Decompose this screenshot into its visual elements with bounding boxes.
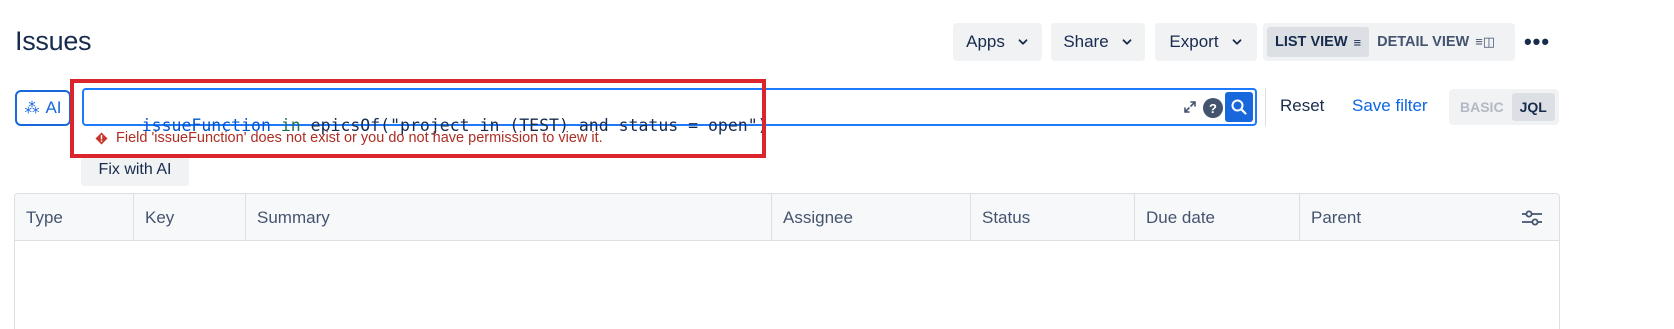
jql-mode-button[interactable]: JQL bbox=[1511, 93, 1555, 121]
table-header: Type Key Summary Assignee Status Due dat… bbox=[15, 194, 1559, 241]
jql-input[interactable]: issueFunction in epicsOf("project in (TE… bbox=[82, 88, 1257, 135]
jql-error-message: Field 'issueFunction' does not exist or … bbox=[95, 130, 603, 146]
error-text: Field 'issueFunction' does not exist or … bbox=[116, 130, 603, 146]
ai-search-button[interactable]: ⁂ AI bbox=[15, 90, 71, 126]
view-toggle: LIST VIEW ≡ DETAIL VIEW ≡◫ bbox=[1263, 23, 1515, 61]
chevron-down-icon bbox=[1017, 36, 1029, 48]
error-icon bbox=[95, 132, 108, 145]
more-icon: ••• bbox=[1523, 29, 1551, 54]
apps-button-label: Apps bbox=[966, 32, 1005, 51]
share-button[interactable]: Share bbox=[1051, 23, 1145, 61]
detail-view-label: DETAIL VIEW bbox=[1377, 34, 1470, 50]
apps-button[interactable]: Apps bbox=[953, 23, 1042, 61]
fix-with-ai-button[interactable]: Fix with AI bbox=[81, 154, 189, 186]
export-button-label: Export bbox=[1169, 32, 1219, 51]
column-header-summary[interactable]: Summary bbox=[246, 194, 772, 241]
detail-view-button[interactable]: DETAIL VIEW ≡◫ bbox=[1369, 27, 1503, 57]
column-header-status[interactable]: Status bbox=[971, 194, 1135, 241]
issues-table: Type Key Summary Assignee Status Due dat… bbox=[14, 193, 1560, 329]
page-title: Issues bbox=[15, 26, 92, 56]
help-icon[interactable]: ? bbox=[1203, 98, 1223, 118]
search-divider bbox=[1265, 88, 1266, 126]
sparkle-icon: ⁂ bbox=[24, 100, 40, 117]
column-header-key[interactable]: Key bbox=[134, 194, 246, 241]
column-header-due-date[interactable]: Due date bbox=[1135, 194, 1300, 241]
column-header-type[interactable]: Type bbox=[15, 194, 134, 241]
save-filter-link[interactable]: Save filter bbox=[1352, 96, 1428, 116]
detail-view-icon: ≡◫ bbox=[1475, 34, 1496, 49]
list-icon: ≡ bbox=[1353, 34, 1362, 50]
more-actions-button[interactable]: ••• bbox=[1515, 23, 1559, 61]
list-view-label: LIST VIEW bbox=[1275, 34, 1348, 50]
search-mode-toggle: BASIC JQL bbox=[1449, 89, 1559, 125]
column-settings-icon[interactable] bbox=[1521, 208, 1543, 228]
search-icon bbox=[1231, 99, 1247, 115]
reset-button[interactable]: Reset bbox=[1280, 96, 1324, 116]
chevron-down-icon bbox=[1231, 36, 1243, 48]
search-button[interactable] bbox=[1225, 92, 1253, 122]
list-view-button[interactable]: LIST VIEW ≡ bbox=[1267, 27, 1370, 57]
chevron-down-icon bbox=[1121, 36, 1133, 48]
share-button-label: Share bbox=[1063, 32, 1109, 51]
ai-label: AI bbox=[45, 98, 62, 117]
basic-mode-button[interactable]: BASIC bbox=[1452, 93, 1512, 121]
expand-icon[interactable] bbox=[1183, 100, 1197, 114]
export-button[interactable]: Export bbox=[1155, 23, 1257, 61]
column-header-assignee[interactable]: Assignee bbox=[772, 194, 971, 241]
